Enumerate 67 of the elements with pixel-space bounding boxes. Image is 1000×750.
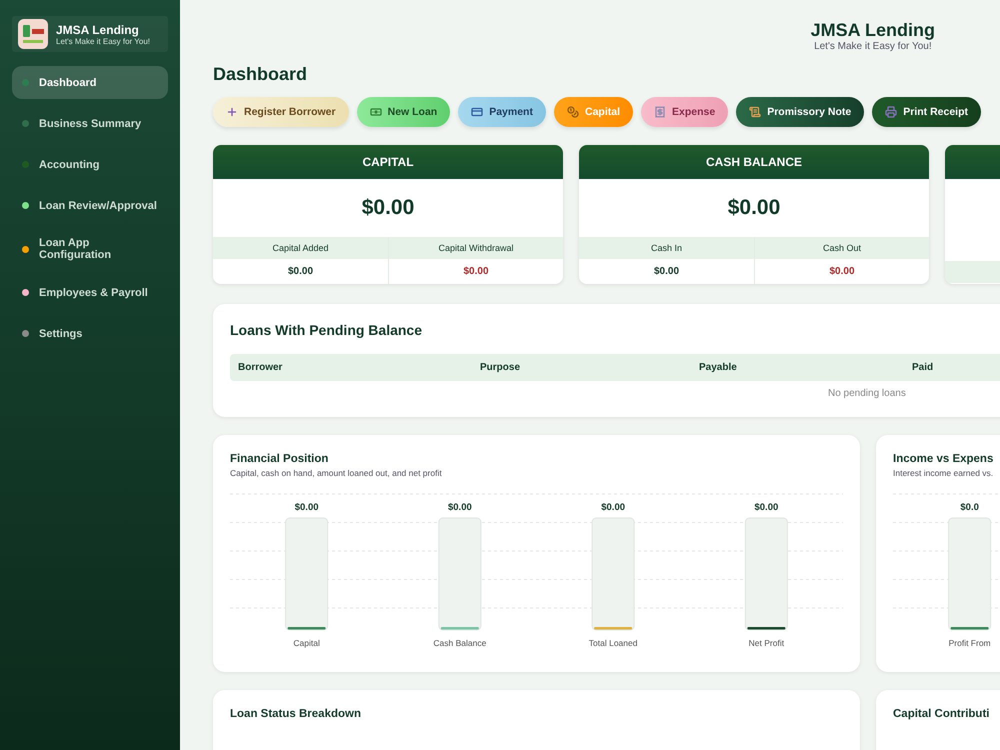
stat-sub-value: $0.00 — [652, 265, 680, 279]
empty-message: No pending loans — [828, 388, 906, 399]
column-header: Purpose — [479, 362, 522, 373]
column-header: Payable — [698, 362, 738, 373]
bar-value-label: $0.00 — [448, 502, 472, 513]
panel-title: Capital Contributi — [893, 708, 990, 720]
printer-icon — [885, 106, 898, 118]
bar-value-label: $0.00 — [601, 502, 626, 513]
nav-item[interactable]: Loan App Configuration — [12, 230, 168, 268]
card-header: CASH BALANCE — [579, 145, 929, 179]
chart-title: Financial Position — [230, 453, 330, 465]
nav-label: Loan Review/Approval — [39, 200, 157, 212]
plus-icon — [226, 106, 238, 118]
chart-subtitle: Capital, cash on hand, amount loaned out, and net profit — [230, 468, 443, 478]
action-button[interactable]: Print Receipt — [872, 97, 981, 127]
action-button[interactable]: Expense — [641, 97, 728, 127]
action-button[interactable]: Promissory Note — [736, 97, 864, 127]
category-label: Total Loaned — [588, 638, 638, 648]
action-button[interactable]: New Loan — [356, 97, 450, 127]
bar-value-label: $0.00 — [294, 502, 319, 513]
banknote-icon — [370, 106, 382, 118]
nav-item[interactable]: Business Summary — [12, 107, 168, 140]
panel-title: Loans With Pending Balance — [230, 322, 424, 338]
stat-sub-label: Capital Added — [213, 237, 388, 259]
nav-label: Business Summary — [39, 118, 142, 130]
bar-value-label: $0.0 — [960, 502, 979, 513]
stat-sub-value: $0.00 — [828, 265, 856, 279]
stat-sub-label: Cash In — [579, 237, 754, 259]
chart-title: Income vs Expens — [893, 453, 994, 465]
stat-sub-value: $0.00 — [286, 265, 314, 279]
column-header: Borrower — [237, 362, 284, 373]
nav-item[interactable]: Loan Review/Approval — [12, 189, 168, 222]
bar-value-label: $0.00 — [754, 502, 778, 513]
stat-value: $0.00 — [360, 195, 416, 221]
nav-label: Loan App Configuration — [39, 237, 112, 261]
category-label: Profit From — [948, 638, 991, 648]
brand-tagline: Let's Make it Easy for You! — [56, 36, 150, 46]
nav-item[interactable]: Accounting — [12, 148, 168, 181]
stat-sub-label: Capital Withdrawal — [389, 237, 563, 259]
brand-name: JMSA Lending — [56, 22, 140, 36]
category-label: Cash Balance — [433, 638, 486, 648]
stat-sub-value: $0.00 — [462, 265, 490, 279]
nav-label: Accounting — [39, 158, 100, 170]
category-label: Net Profit — [748, 638, 784, 648]
panel-title: Loan Status Breakdown — [230, 708, 362, 720]
nav-label: Dashboard — [39, 76, 96, 88]
stat-sub-label: Cash Out — [755, 237, 929, 259]
chart-subtitle: Interest income earned vs. — [893, 468, 994, 478]
category-label: Capital — [293, 638, 320, 648]
receipt-icon — [654, 106, 666, 118]
nav-label: Employees & Payroll — [39, 286, 148, 298]
page-title: Dashboard — [213, 64, 308, 85]
app-title: JMSA Lending — [810, 20, 935, 41]
credit-card-icon — [471, 106, 484, 118]
nav-item[interactable]: Dashboard — [12, 66, 168, 99]
action-button[interactable]: Register Borrower — [213, 97, 349, 127]
column-header: Paid — [911, 362, 934, 373]
action-button[interactable]: Payment — [458, 97, 546, 127]
card-header: CAPITAL — [213, 145, 563, 179]
nav-label: Settings — [39, 328, 82, 340]
scroll-icon — [749, 106, 762, 118]
coins-icon — [566, 106, 579, 118]
nav-item[interactable]: Employees & Payroll — [12, 276, 168, 309]
nav-item[interactable]: Settings — [12, 317, 168, 350]
stat-value: $0.00 — [726, 195, 782, 221]
app-tagline: Let's Make it Easy for You! — [814, 41, 932, 52]
logo-icon — [18, 19, 48, 49]
